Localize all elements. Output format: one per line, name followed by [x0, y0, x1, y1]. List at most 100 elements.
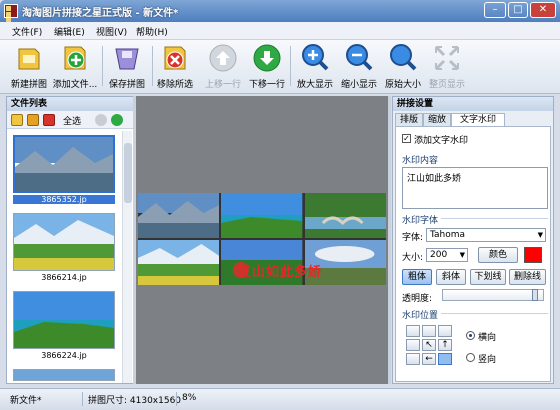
zoom-out-icon	[346, 44, 373, 71]
watermark-content-input[interactable]: 江山如此多娇	[402, 167, 548, 209]
position-group-label: 水印位置	[402, 308, 442, 321]
new-puzzle-icon	[18, 48, 40, 70]
slider-handle[interactable]	[532, 289, 538, 301]
maximize-button[interactable]: □	[508, 2, 528, 18]
zoom-out-button[interactable]: 缩小显示	[336, 43, 382, 91]
menu-help[interactable]: 帮助(H)	[136, 25, 168, 38]
mosaic-cell	[138, 240, 220, 285]
tab-text-watermark[interactable]: 文字水印	[451, 113, 505, 127]
close-button[interactable]: ✕	[530, 2, 556, 18]
app-icon	[4, 4, 18, 29]
italic-button[interactable]: 斜体	[436, 269, 466, 285]
settings-panel: 拼接设置 排版 缩放 文字水印 ✓ 添加文字水印 水印内容 江山如此多娇 水印字…	[392, 96, 554, 384]
position-bottom-center[interactable]: ←	[422, 353, 436, 365]
settings-tabs: 排版 缩放 文字水印	[393, 113, 553, 127]
save-puzzle-button[interactable]: 保存拼图	[104, 43, 150, 91]
landscape-thumbnail	[14, 214, 114, 270]
thumbnail-image[interactable]	[13, 213, 115, 271]
toolbar: 新建拼图 添加文件... 保存拼图 移除所选 上移一行 下移一行 放大显示 缩小…	[0, 40, 560, 94]
font-select[interactable]: Tahoma ▼	[426, 228, 546, 242]
save-puzzle-icon	[115, 48, 139, 70]
move-up-icon	[209, 44, 237, 72]
new-puzzle-button[interactable]: 新建拼图	[6, 43, 52, 91]
zoom-in-button[interactable]: 放大显示	[292, 43, 338, 91]
landscape-thumbnail	[14, 370, 114, 380]
position-middle-center[interactable]: ↖	[422, 339, 436, 351]
size-select-value: 200	[430, 250, 448, 260]
minimize-button[interactable]: –	[484, 2, 506, 18]
tab-scale[interactable]: 缩放	[423, 113, 451, 127]
file-list-panel: 文件列表 全选 3865352.jp 3866214.jp 3866224.jp	[6, 96, 134, 384]
thumbnail-image[interactable]	[13, 369, 115, 381]
add-file-icon	[64, 46, 86, 70]
position-middle-right[interactable]: ↑	[438, 339, 452, 351]
thumbnail-image[interactable]	[13, 291, 115, 349]
splitter[interactable]	[388, 96, 391, 384]
add-file-button[interactable]: 添加文件...	[52, 43, 98, 91]
horizontal-radio[interactable]	[466, 331, 475, 340]
remove-image-icon[interactable]	[43, 114, 55, 126]
vertical-radio[interactable]	[466, 353, 475, 362]
original-size-icon	[390, 44, 417, 71]
title-bar: 淘淘图片拼接之星正式版 - 新文件* – □ ✕	[0, 0, 560, 29]
chevron-down-icon: ▼	[459, 251, 465, 259]
list-item-caption[interactable]: 3866224.jp	[13, 351, 115, 360]
zoom-in-icon	[302, 44, 329, 71]
position-top-center[interactable]	[422, 325, 436, 337]
position-top-left[interactable]	[406, 325, 420, 337]
menu-view[interactable]: 视图(V)	[96, 25, 127, 38]
landscape-thumbnail	[15, 137, 113, 191]
list-item-caption[interactable]: 3866214.jp	[13, 273, 115, 282]
scroll-down-icon[interactable]	[111, 114, 123, 126]
position-top-right[interactable]	[438, 325, 452, 337]
select-all-button[interactable]: 全选	[63, 114, 81, 127]
content-group-label: 水印内容	[402, 156, 439, 166]
fit-page-button[interactable]: 整页显示	[424, 43, 470, 91]
mosaic-cell	[304, 193, 386, 238]
color-button[interactable]: 颜色	[478, 247, 518, 263]
add-watermark-checkbox[interactable]: ✓	[402, 134, 411, 143]
size-select[interactable]: 200 ▼	[426, 248, 468, 262]
file-list-scrollbar[interactable]	[122, 131, 132, 383]
font-select-value: Tahoma	[430, 230, 466, 240]
fit-page-icon	[434, 45, 460, 71]
remove-selected-button[interactable]: 移除所选	[152, 43, 198, 91]
list-item-caption[interactable]: 3865352.jp	[13, 195, 115, 204]
toolbar-separator	[102, 46, 103, 86]
toolbar-separator	[290, 46, 291, 86]
scrollbar-thumb[interactable]	[124, 143, 132, 203]
chevron-down-icon: ▼	[537, 231, 543, 239]
horizontal-label: 横向	[478, 333, 497, 343]
status-bar: 新文件* 拼图尺寸: 4130x1560 8%	[0, 388, 560, 410]
scroll-up-icon[interactable]	[95, 114, 107, 126]
add-image-icon[interactable]	[27, 114, 39, 126]
position-bottom-left[interactable]	[406, 353, 420, 365]
position-middle-left[interactable]	[406, 339, 420, 351]
tab-layout[interactable]: 排版	[395, 113, 423, 127]
original-size-button[interactable]: 原始大小	[380, 43, 426, 91]
font-group-label: 水印字体	[402, 213, 442, 226]
arrow-up-left-icon: ↖	[425, 340, 433, 350]
arrow-left-icon: ←	[425, 354, 433, 364]
move-down-icon	[253, 44, 281, 72]
size-label: 大小:	[402, 253, 424, 263]
color-swatch[interactable]	[524, 247, 542, 263]
menu-bar: 文件(F) 编辑(E) 视图(V) 帮助(H)	[0, 22, 560, 40]
thumbnail-image[interactable]	[13, 135, 115, 193]
move-up-button[interactable]: 上移一行	[200, 43, 246, 91]
strikethrough-button[interactable]: 删除线	[509, 269, 546, 285]
opacity-slider[interactable]	[442, 289, 544, 301]
preview-canvas[interactable]: 江山如此多娇	[136, 96, 388, 384]
window-title: 淘淘图片拼接之星正式版 - 新文件*	[22, 8, 179, 19]
position-bottom-right[interactable]	[438, 353, 452, 365]
opacity-label: 透明度:	[402, 294, 433, 304]
landscape-thumbnail	[14, 292, 114, 348]
add-folder-icon[interactable]	[11, 114, 23, 126]
watermark-text: 江山如此多娇	[238, 265, 323, 280]
move-down-button[interactable]: 下移一行	[244, 43, 290, 91]
menu-file[interactable]: 文件(F)	[12, 25, 42, 38]
menu-edit[interactable]: 编辑(E)	[54, 25, 85, 38]
underline-button[interactable]: 下划线	[470, 269, 506, 285]
stitched-image[interactable]: 江山如此多娇	[138, 193, 386, 285]
bold-button[interactable]: 粗体	[402, 269, 432, 285]
